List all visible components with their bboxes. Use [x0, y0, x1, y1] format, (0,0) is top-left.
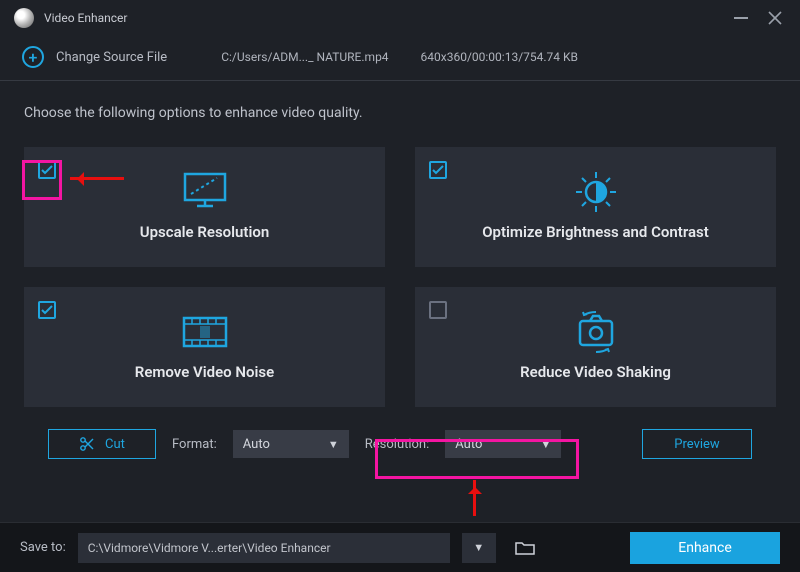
add-source-button[interactable]: + — [22, 46, 44, 68]
folder-icon — [515, 540, 535, 556]
app-logo-icon — [14, 8, 34, 28]
minimize-button[interactable] — [724, 3, 758, 33]
resolution-value: Auto — [455, 437, 482, 452]
bottom-bar: Cut Format: Auto ▼ Resolution: Auto ▼ Pr… — [24, 407, 776, 459]
change-source-link[interactable]: Change Source File — [56, 50, 167, 65]
save-to-label: Save to: — [20, 540, 66, 555]
film-noise-icon — [36, 309, 373, 355]
format-label: Format: — [172, 437, 217, 452]
card-upscale[interactable]: Upscale Resolution — [24, 147, 385, 267]
card-deshake[interactable]: Reduce Video Shaking — [415, 287, 776, 407]
chevron-down-icon: ▼ — [328, 438, 339, 451]
checkbox-deshake[interactable] — [429, 301, 447, 319]
window-title: Video Enhancer — [44, 11, 724, 25]
save-path-dropdown[interactable]: ▼ — [462, 533, 496, 563]
preview-label: Preview — [674, 437, 719, 452]
card-denoise-label: Remove Video Noise — [36, 363, 373, 381]
resolution-select[interactable]: Auto ▼ — [445, 430, 561, 458]
chevron-down-icon: ▼ — [540, 438, 551, 451]
card-deshake-label: Reduce Video Shaking — [427, 363, 764, 381]
open-folder-button[interactable] — [508, 533, 542, 563]
file-path-text: C:/Users/ADM..._ NATURE.mp4 — [221, 50, 388, 64]
source-toolbar: + Change Source File C:/Users/ADM..._ NA… — [0, 36, 800, 81]
preview-button[interactable]: Preview — [642, 429, 752, 459]
checkbox-optimize[interactable] — [429, 161, 447, 179]
save-path-text: C:\Vidmore\Vidmore V...erter\Video Enhan… — [88, 541, 331, 555]
file-info: C:/Users/ADM..._ NATURE.mp4 640x360/00:0… — [221, 50, 578, 64]
footer-bar: Save to: C:\Vidmore\Vidmore V...erter\Vi… — [0, 522, 800, 572]
file-meta-text: 640x360/00:00:13/754.74 KB — [421, 50, 578, 64]
enhance-button[interactable]: Enhance — [630, 532, 780, 564]
cut-label: Cut — [105, 437, 125, 452]
format-select[interactable]: Auto ▼ — [233, 430, 349, 458]
checkbox-upscale[interactable] — [38, 161, 56, 179]
card-optimize-label: Optimize Brightness and Contrast — [427, 223, 764, 241]
save-path-box[interactable]: C:\Vidmore\Vidmore V...erter\Video Enhan… — [78, 533, 450, 563]
resolution-label: Resolution: — [365, 437, 430, 452]
checkbox-denoise[interactable] — [38, 301, 56, 319]
scissors-icon — [79, 436, 95, 452]
camera-shake-icon — [427, 309, 764, 355]
card-denoise[interactable]: Remove Video Noise — [24, 287, 385, 407]
brightness-icon — [427, 169, 764, 215]
cut-button[interactable]: Cut — [48, 429, 156, 459]
enhance-label: Enhance — [678, 540, 732, 556]
format-value: Auto — [243, 437, 270, 452]
titlebar: Video Enhancer — [0, 0, 800, 36]
upscale-icon — [36, 169, 373, 215]
prompt-text: Choose the following options to enhance … — [24, 105, 776, 121]
card-optimize[interactable]: Optimize Brightness and Contrast — [415, 147, 776, 267]
card-upscale-label: Upscale Resolution — [36, 223, 373, 241]
close-button[interactable] — [758, 3, 792, 33]
